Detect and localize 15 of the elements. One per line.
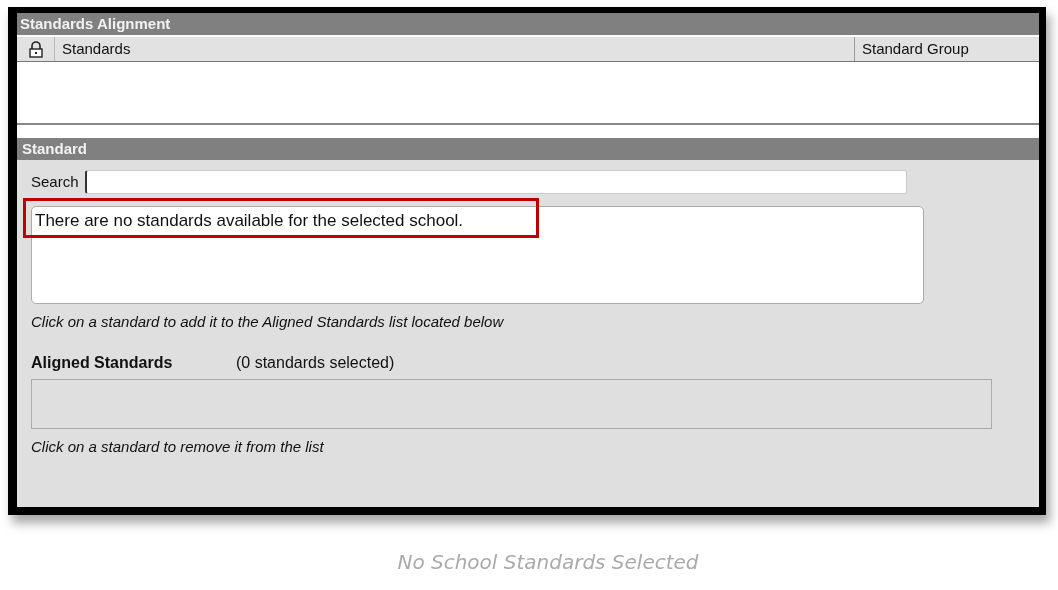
search-label: Search — [31, 173, 79, 190]
standards-list[interactable]: There are no standards available for the selected school. — [31, 206, 924, 304]
selected-count: (0 standards selected) — [236, 354, 395, 372]
lock-icon — [28, 40, 43, 58]
message-text: There are no standards available for the selected school. — [34, 210, 465, 232]
aligned-list[interactable] — [31, 379, 992, 429]
hint-text: Click on a standard to add it to the Aligned Standards list located below — [31, 313, 505, 330]
caption: No School Standards Selected — [396, 550, 700, 574]
column-header[interactable]: Standard Group — [855, 37, 1039, 61]
section-header: Standards Alignment — [17, 13, 1039, 35]
hint-text: Click on a standard to remove it from the list — [31, 438, 325, 455]
search-field[interactable] — [84, 169, 907, 194]
column-header[interactable]: Standards — [55, 37, 855, 61]
aligned-label: Aligned Standards — [31, 354, 174, 372]
section-header: Standard — [17, 138, 1039, 160]
